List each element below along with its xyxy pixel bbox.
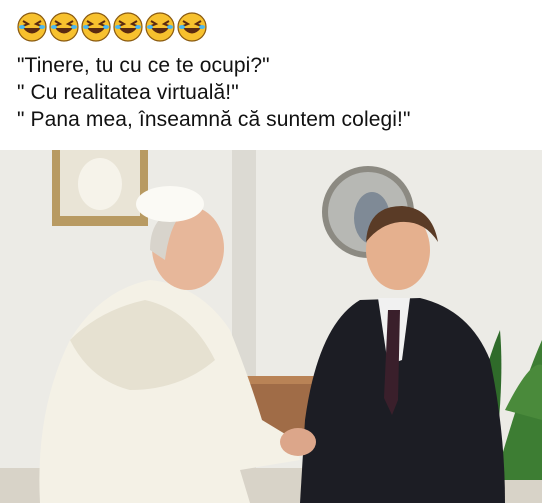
handshake-photo [0,150,542,503]
laughing-face-icon [177,12,207,42]
laughing-face-icon [113,12,143,42]
dialogue-line-answer: " Cu realitatea virtuală!" [17,81,239,104]
meme-caption: "Tinere, tu cu ce te ocupi?" " Cu realit… [0,0,542,150]
photo-illustration [0,150,542,503]
emoji-row [17,12,207,44]
zucchetto-skullcap [136,186,204,222]
dialogue-line-question: "Tinere, tu cu ce te ocupi?" [17,54,270,77]
laughing-face-icon [49,12,79,42]
handshake [280,428,316,456]
dialogue-lines: "Tinere, tu cu ce te ocupi?" " Cu realit… [17,52,411,133]
laughing-face-icon [81,12,111,42]
laughing-face-icon [145,12,175,42]
laughing-face-icon [17,12,47,42]
portrait-figure [78,158,122,210]
dialogue-line-punchline: " Pana mea, înseamnă că suntem colegi!" [17,108,411,131]
